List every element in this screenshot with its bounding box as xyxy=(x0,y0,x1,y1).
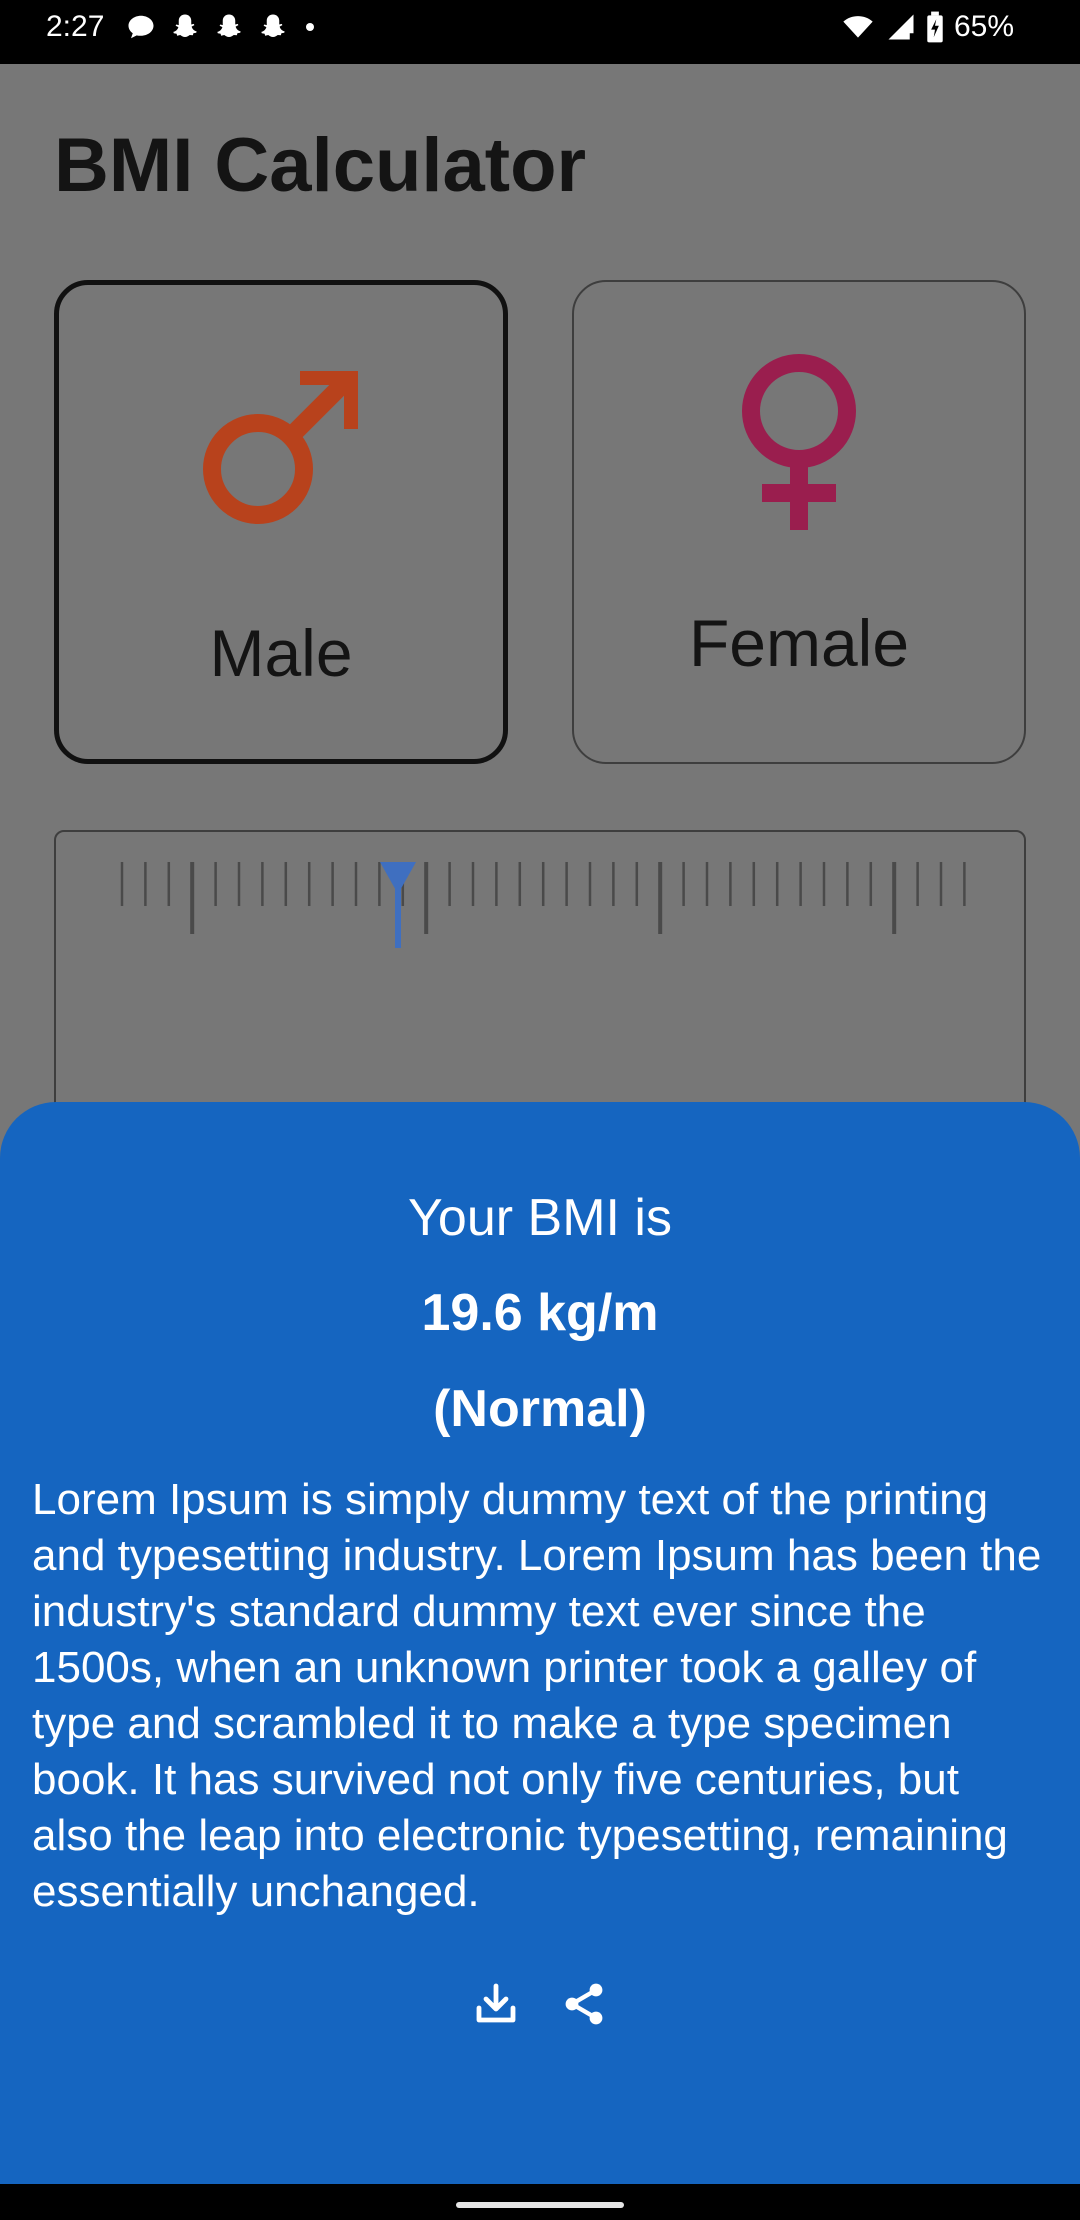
female-label: Female xyxy=(688,606,910,680)
result-actions xyxy=(0,1980,1080,2028)
share-icon[interactable] xyxy=(560,1980,608,2028)
female-symbol-icon xyxy=(574,354,1024,534)
page-title: BMI Calculator xyxy=(54,123,587,208)
status-time: 2:27 xyxy=(46,10,105,43)
battery-percentage: 65% xyxy=(953,10,1014,43)
signal-icon xyxy=(888,14,914,40)
result-heading: Your BMI is xyxy=(408,1189,672,1247)
bmi-category: (Normal) xyxy=(433,1380,647,1438)
bmi-description: Lorem Ipsum is simply dummy text of the … xyxy=(32,1475,1042,1916)
male-symbol-icon xyxy=(59,363,503,533)
snapchat-icon xyxy=(261,14,285,37)
snapchat-icon xyxy=(173,14,197,37)
navigation-bar xyxy=(0,2184,1080,2220)
dot-icon xyxy=(306,23,314,31)
gender-card-female[interactable]: Female xyxy=(572,280,1026,764)
download-icon[interactable] xyxy=(472,1980,520,2028)
status-bar: 2:27 65% xyxy=(0,0,1080,64)
snapchat-icon xyxy=(217,14,241,37)
battery-icon xyxy=(927,11,943,43)
chat-bubble-icon xyxy=(128,15,154,39)
bmi-result-sheet: Your BMI is 19.6 kg/m (Normal) Lorem Ips… xyxy=(0,1102,1080,2184)
bmi-value: 19.6 kg/m xyxy=(421,1284,659,1342)
male-label: Male xyxy=(209,616,353,690)
system-status: 65% xyxy=(840,10,1014,44)
gender-card-male[interactable]: Male xyxy=(54,280,508,764)
notification-icons xyxy=(126,12,318,42)
wifi-icon xyxy=(843,16,873,38)
ruler-indicator[interactable] xyxy=(380,862,416,948)
gesture-handle[interactable] xyxy=(456,2202,624,2208)
